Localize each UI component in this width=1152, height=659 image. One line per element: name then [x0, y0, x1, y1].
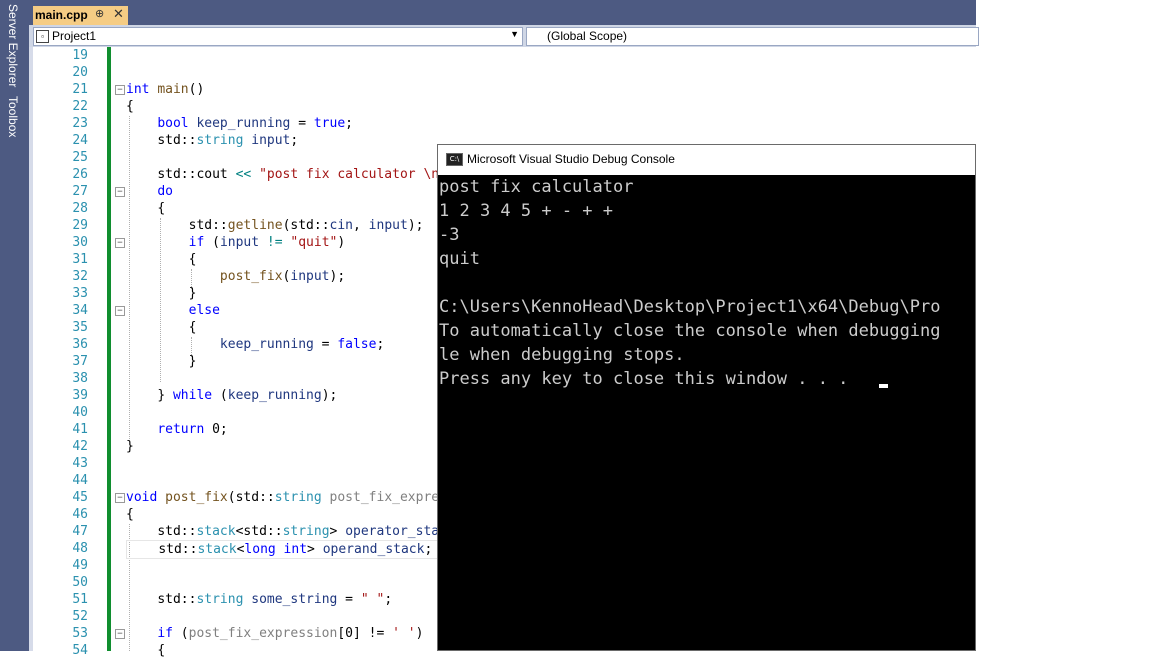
code-line: std::string some_string = " "; — [157, 592, 393, 607]
collapse-icon[interactable]: − — [115, 187, 125, 197]
code-line: } while (keep_running); — [157, 388, 338, 403]
console-line: -3 — [439, 225, 460, 245]
side-tool-strip: Server Explorer Toolbox — [0, 0, 29, 651]
line-number: 46 — [72, 507, 88, 522]
code-line: void post_fix(std::string post_fix_expre… — [126, 490, 447, 505]
line-number: 31 — [72, 252, 88, 267]
line-number: 37 — [72, 354, 88, 369]
line-number: 48 — [72, 541, 88, 556]
code-line: { — [126, 507, 134, 522]
pin-icon[interactable]: ⊕ — [95, 7, 104, 20]
tab-main-cpp[interactable]: main.cpp ⊕ ✕ — [33, 6, 128, 25]
code-line: { — [157, 201, 166, 216]
server-explorer-tab[interactable]: Server Explorer — [6, 4, 20, 87]
line-number: 29 — [72, 218, 88, 233]
collapse-icon[interactable]: − — [115, 85, 125, 95]
line-number: 33 — [72, 286, 88, 301]
line-number: 45 — [72, 490, 88, 505]
line-number: 50 — [72, 575, 88, 590]
code-line: { — [188, 252, 197, 267]
line-number: 19 — [72, 48, 88, 63]
line-number: 40 — [72, 405, 88, 420]
code-line: if (post_fix_expression[0] != ' ') — [157, 626, 424, 641]
code-line: return 0; — [157, 422, 228, 437]
line-number: 38 — [72, 371, 88, 386]
document-tab-bar: main.cpp ⊕ ✕ — [29, 0, 976, 25]
code-line: std::getline(std::cin, input); — [188, 218, 424, 233]
change-tracking-bar — [107, 47, 111, 651]
line-number: 21 — [72, 82, 88, 97]
console-line: 1 2 3 4 5 + - + + — [439, 201, 613, 221]
scope-dropdown[interactable]: (Global Scope) — [526, 27, 979, 46]
line-number: 35 — [72, 320, 88, 335]
line-number: 34 — [72, 303, 88, 318]
console-line: le when debugging stops. — [439, 345, 685, 365]
line-number: 23 — [72, 116, 88, 131]
line-number: 47 — [72, 524, 88, 539]
line-number: 25 — [72, 150, 88, 165]
line-number: 39 — [72, 388, 88, 403]
line-number: 52 — [72, 609, 88, 624]
console-line: post fix calculator — [439, 177, 634, 197]
code-line-current: std::stack<long int> operand_stack; — [126, 540, 438, 559]
console-line: C:\Users\KennoHead\Desktop\Project1\x64\… — [439, 297, 941, 317]
line-number: 30 — [72, 235, 88, 250]
collapse-icon[interactable]: − — [115, 493, 125, 503]
line-number: 28 — [72, 201, 88, 216]
collapse-icon[interactable]: − — [115, 238, 125, 248]
collapse-icon[interactable]: − — [115, 629, 125, 639]
navigation-bar: ▫ Project1 ▼ (Global Scope) — [29, 25, 979, 47]
line-number: 51 — [72, 592, 88, 607]
project-dropdown[interactable]: ▫ Project1 ▼ — [33, 27, 523, 46]
code-line: if (input != "quit") — [188, 235, 346, 250]
code-line: post_fix(input); — [219, 269, 346, 284]
console-line: To automatically close the console when … — [439, 321, 941, 341]
project-dropdown-value: Project1 — [52, 29, 97, 43]
code-line: } — [126, 439, 134, 454]
line-number: 36 — [72, 337, 88, 352]
code-line: std::stack<std::string> operator_stack — [157, 524, 455, 539]
line-number: 44 — [72, 473, 88, 488]
console-line: quit — [439, 249, 480, 269]
line-number: 26 — [72, 167, 88, 182]
line-number: 42 — [72, 439, 88, 454]
console-output[interactable]: post fix calculator 1 2 3 4 5 + - + + -3… — [438, 175, 975, 650]
code-line: else — [188, 303, 220, 318]
line-number: 24 — [72, 133, 88, 148]
line-number: 43 — [72, 456, 88, 471]
line-number: 20 — [72, 65, 88, 80]
line-number: 49 — [72, 558, 88, 573]
code-line: int main() — [126, 82, 205, 97]
code-line: { — [188, 320, 197, 335]
close-icon[interactable]: ✕ — [113, 6, 124, 22]
line-number: 22 — [72, 99, 88, 114]
tab-filename: main.cpp — [35, 8, 88, 22]
code-line: { — [126, 99, 134, 114]
console-title-bar[interactable]: C:\ Microsoft Visual Studio Debug Consol… — [438, 145, 975, 175]
code-line: } — [188, 354, 197, 369]
collapse-icon[interactable]: − — [115, 306, 125, 316]
code-line: } — [188, 286, 197, 301]
debug-console-window[interactable]: C:\ Microsoft Visual Studio Debug Consol… — [437, 144, 976, 651]
line-number: 53 — [72, 626, 88, 641]
toolbox-tab[interactable]: Toolbox — [6, 96, 20, 137]
project-icon: ▫ — [36, 30, 49, 43]
console-title: Microsoft Visual Studio Debug Console — [467, 152, 675, 166]
code-line: std::cout << "post fix calculator \n" — [157, 167, 447, 182]
code-line: do — [157, 184, 173, 199]
line-number: 27 — [72, 184, 88, 199]
line-number: 32 — [72, 269, 88, 284]
console-app-icon: C:\ — [446, 153, 463, 166]
line-number: 41 — [72, 422, 88, 437]
code-line: bool keep_running = true; — [157, 116, 353, 131]
scope-dropdown-value: (Global Scope) — [547, 29, 628, 43]
console-cursor — [879, 384, 888, 388]
code-line: keep_running = false; — [219, 337, 385, 352]
chevron-down-icon[interactable]: ▼ — [510, 29, 519, 39]
code-line: std::string input; — [157, 133, 299, 148]
console-line: Press any key to close this window . . . — [439, 369, 849, 389]
